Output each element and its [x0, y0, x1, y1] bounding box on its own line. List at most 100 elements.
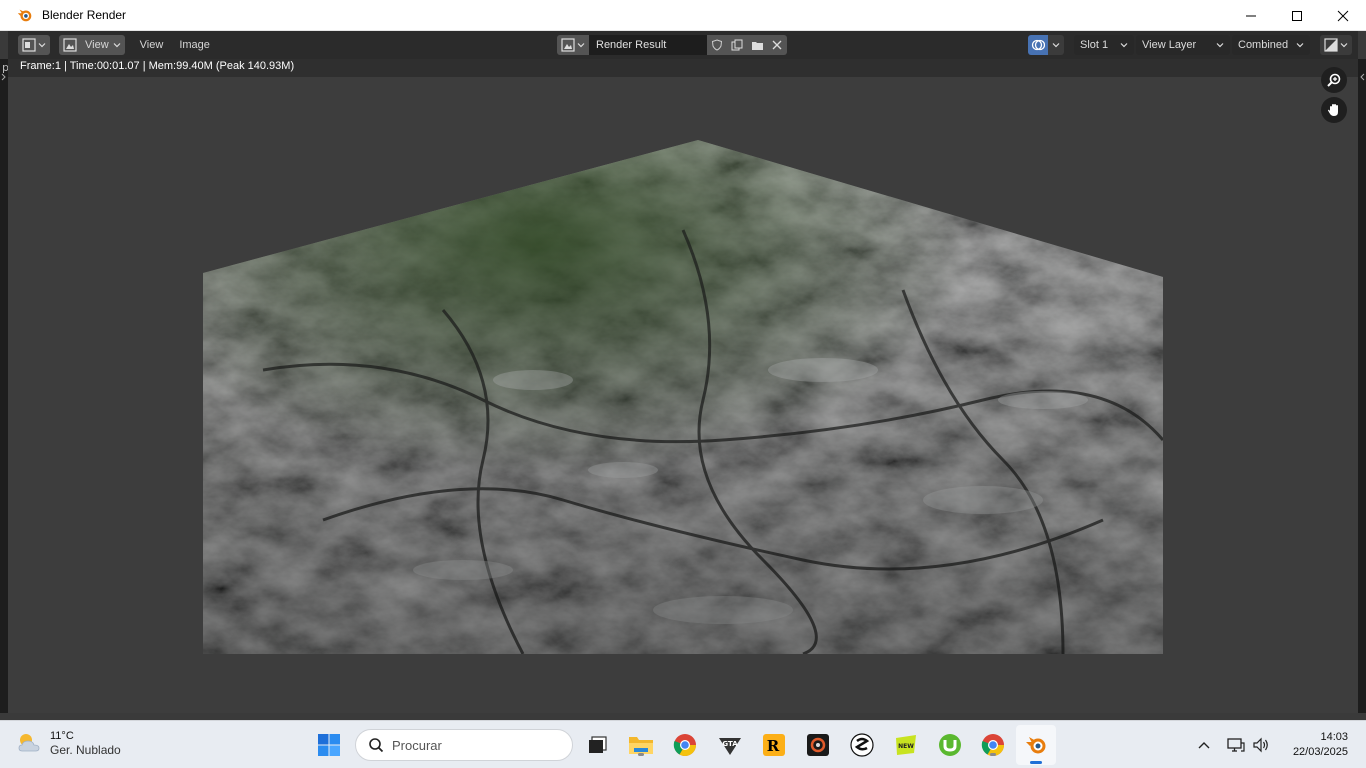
- image-view-icon: [63, 38, 77, 52]
- chevron-down-icon: [1296, 43, 1304, 48]
- zoom-gizmo[interactable]: [1321, 67, 1347, 93]
- image-name-field[interactable]: Render Result: [589, 35, 707, 55]
- view-mode-dropdown[interactable]: View: [59, 35, 125, 55]
- search-placeholder: Procurar: [392, 737, 442, 753]
- active-indicator: [1030, 761, 1042, 764]
- davinci-resolve-icon: [807, 734, 829, 756]
- chevron-down-icon: [1216, 43, 1224, 48]
- close-button[interactable]: [1320, 0, 1366, 31]
- cloudy-weather-icon: [18, 734, 40, 752]
- slot-label: Slot 1: [1080, 39, 1109, 51]
- render-pass-label: Combined: [1238, 39, 1289, 51]
- color-alpha-icon: [1324, 38, 1338, 52]
- task-view-button[interactable]: [584, 731, 612, 759]
- overlay-dropdown[interactable]: [1048, 35, 1064, 55]
- clock-date: 22/03/2025: [1292, 746, 1348, 758]
- svg-text:GTA: GTA: [722, 740, 738, 748]
- overlay-icon: [1031, 39, 1045, 51]
- browse-image-dropdown[interactable]: [557, 35, 589, 55]
- view-layer-select[interactable]: View Layer: [1136, 35, 1230, 55]
- image-browse-icon: [561, 38, 575, 52]
- utorrent-button[interactable]: [936, 731, 964, 759]
- new-image-button[interactable]: [727, 35, 747, 55]
- taskbar-search[interactable]: Procurar: [355, 729, 573, 761]
- shield-icon: [711, 39, 723, 51]
- show-hidden-icons-button[interactable]: [1193, 731, 1215, 759]
- render-pass-select[interactable]: Combined: [1232, 35, 1310, 55]
- search-icon: [369, 738, 384, 753]
- gta-v-button[interactable]: GTA: [716, 731, 744, 759]
- menu-view[interactable]: View: [133, 39, 171, 51]
- task-view-icon: [589, 736, 607, 753]
- maximize-button[interactable]: [1274, 0, 1320, 31]
- steam-button[interactable]: [848, 731, 876, 759]
- davinci-resolve-button[interactable]: [804, 731, 832, 759]
- gta-v-icon: GTA: [719, 738, 741, 755]
- left-region-edge[interactable]: p: [0, 59, 9, 713]
- chevron-down-icon: [113, 43, 121, 48]
- maximize-icon: [1292, 10, 1302, 21]
- obs-icon: NEW: [896, 735, 916, 755]
- image-editor-header: View View Image Render Result Slot 1 Vie…: [8, 31, 1358, 59]
- minimize-button[interactable]: [1228, 0, 1274, 31]
- image-editor-icon: [22, 38, 36, 52]
- unlink-image-button[interactable]: [767, 35, 787, 55]
- running-indicator: [638, 753, 644, 756]
- volume-button[interactable]: [1250, 731, 1272, 759]
- overlay-toggle[interactable]: [1028, 35, 1048, 55]
- blender-taskbar-button[interactable]: [1016, 725, 1056, 765]
- close-icon: [772, 40, 782, 50]
- windows-start-icon[interactable]: [317, 733, 341, 757]
- chevron-down-icon: [577, 43, 585, 48]
- image-editor-canvas[interactable]: Frame:1 | Time:00:01.07 | Mem:99.40M (Pe…: [8, 59, 1358, 713]
- chevron-down-icon: [1120, 43, 1128, 48]
- folder-icon: [751, 42, 763, 50]
- clock-time: 14:03: [1320, 731, 1348, 743]
- chevron-down-icon: [1340, 43, 1348, 48]
- blender-icon: [1026, 737, 1046, 754]
- editor-type-dropdown[interactable]: [18, 35, 50, 55]
- view-mode-label: View: [85, 39, 109, 51]
- speaker-icon: [1253, 737, 1268, 753]
- steam-icon: [850, 733, 874, 757]
- fake-user-button[interactable]: [707, 35, 727, 55]
- taskbar-clock[interactable]: 14:03 22/03/2025: [1293, 730, 1348, 760]
- network-button[interactable]: [1224, 731, 1248, 759]
- editor-stats-bar: Frame:1 | Time:00:01.07 | Mem:99.40M (Pe…: [8, 59, 1358, 77]
- render-stats: Frame:1 | Time:00:01.07 | Mem:99.40M (Pe…: [20, 60, 295, 72]
- image-browse-group: Render Result: [557, 35, 787, 55]
- blender-logo-icon: [17, 9, 32, 22]
- network-icon: [1227, 738, 1245, 752]
- file-explorer-button[interactable]: [627, 731, 655, 759]
- window-titlebar: Blender Render: [0, 0, 1366, 31]
- windows-taskbar: 11°C Ger. Nublado Procurar GTA R NEW 14:…: [0, 720, 1366, 768]
- slot-select[interactable]: Slot 1: [1074, 35, 1134, 55]
- window-title: Blender Render: [42, 8, 127, 22]
- display-channels-dropdown[interactable]: [1320, 35, 1352, 55]
- pan-gizmo[interactable]: [1321, 97, 1347, 123]
- chrome-icon: [673, 734, 696, 756]
- chevron-right-icon[interactable]: [1, 73, 7, 81]
- right-region-edge[interactable]: [1358, 59, 1366, 713]
- running-indicator: [990, 753, 996, 756]
- weather-widget[interactable]: 11°C Ger. Nublado: [16, 729, 121, 757]
- svg-text:NEW: NEW: [898, 743, 914, 750]
- chevron-left-icon[interactable]: [1359, 73, 1365, 81]
- svg-text:R: R: [767, 737, 780, 755]
- minimize-icon: [1246, 15, 1256, 16]
- chrome-second-button[interactable]: [979, 731, 1007, 759]
- zoom-icon: [1327, 73, 1341, 87]
- chevron-down-icon: [1052, 43, 1060, 48]
- rockstar-launcher-button[interactable]: R: [760, 731, 788, 759]
- chevron-up-icon: [1198, 742, 1210, 749]
- render-result-image: [203, 140, 1163, 654]
- hand-icon: [1328, 104, 1338, 116]
- render-slot-group: Slot 1 View Layer Combined: [1028, 35, 1352, 55]
- weather-temperature: 11°C: [50, 730, 74, 742]
- weather-condition: Ger. Nublado: [50, 743, 121, 757]
- menu-image[interactable]: Image: [172, 39, 217, 51]
- view-layer-label: View Layer: [1142, 39, 1197, 51]
- chrome-button[interactable]: [671, 731, 699, 759]
- open-image-button[interactable]: [747, 35, 767, 55]
- obs-button[interactable]: NEW: [892, 731, 920, 759]
